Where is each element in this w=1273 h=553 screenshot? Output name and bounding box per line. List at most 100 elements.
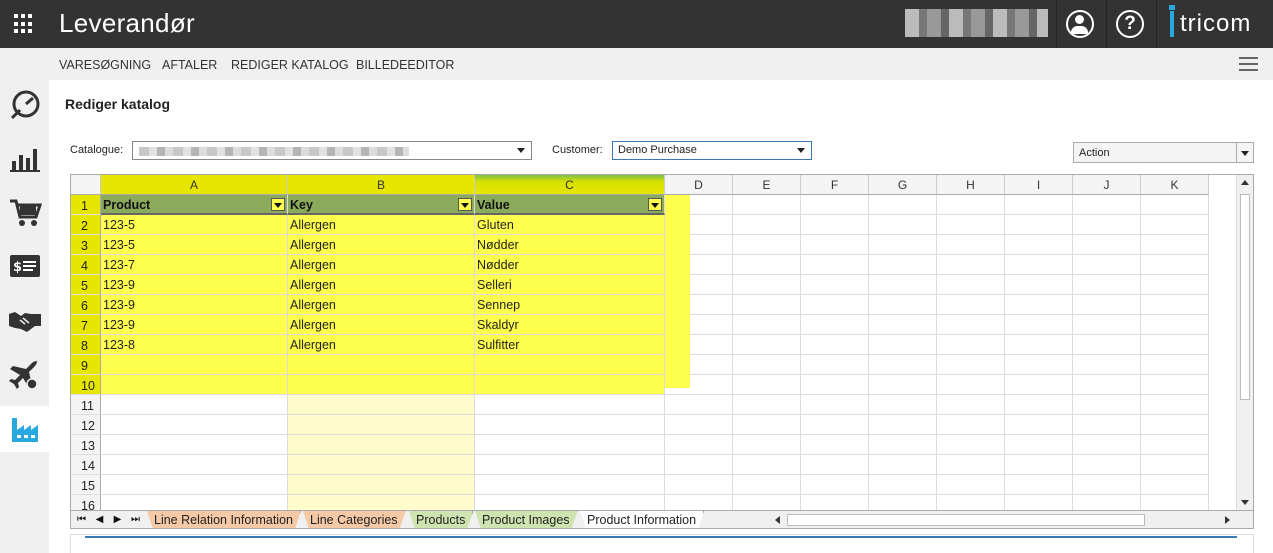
sheet-cell[interactable] [733, 455, 801, 475]
sheet-cell[interactable] [869, 195, 937, 215]
sheet-cell[interactable] [733, 275, 801, 295]
sheet-cell[interactable] [1141, 355, 1209, 375]
sheet-cell[interactable] [1141, 395, 1209, 415]
sheet-cell[interactable] [801, 315, 869, 335]
sheet-cell[interactable] [288, 475, 475, 495]
sheet-cell[interactable] [1005, 235, 1073, 255]
action-select[interactable]: Action [1073, 142, 1254, 163]
sheet-cell[interactable] [1073, 195, 1141, 215]
sheet-cell[interactable] [801, 235, 869, 255]
sheet-cell[interactable] [801, 295, 869, 315]
last-sheet-icon[interactable]: ⏭ [127, 511, 144, 528]
sheet-cell[interactable] [101, 355, 288, 375]
sheet-cell[interactable]: Selleri [475, 275, 665, 295]
sheet-cell[interactable] [937, 455, 1005, 475]
column-header[interactable]: J [1073, 175, 1141, 195]
sheet-cell[interactable] [101, 455, 288, 475]
sheet-cell[interactable] [937, 475, 1005, 495]
user-circle-icon[interactable] [1066, 10, 1094, 38]
first-sheet-icon[interactable]: ⏮ [73, 511, 90, 528]
sheet-cell[interactable] [101, 475, 288, 495]
sheet-cell[interactable] [937, 295, 1005, 315]
sidebar-item-invoices[interactable]: $ [0, 243, 49, 289]
next-sheet-icon[interactable]: ▶ [109, 511, 126, 528]
sheet-cell[interactable] [1005, 475, 1073, 495]
sheet-cell[interactable] [869, 395, 937, 415]
sheet-cell[interactable] [733, 195, 801, 215]
sheet-cell[interactable] [801, 395, 869, 415]
sheet-cell[interactable] [475, 455, 665, 475]
sheet-cell[interactable]: Allergen [288, 215, 475, 235]
sheet-cell[interactable] [937, 215, 1005, 235]
sheet-cell[interactable] [869, 255, 937, 275]
sheet-cell[interactable] [869, 415, 937, 435]
sheet-cell[interactable] [1073, 315, 1141, 335]
menu-icon[interactable] [1239, 57, 1258, 71]
sheet-cell[interactable] [937, 335, 1005, 355]
sheet-cell[interactable] [665, 455, 733, 475]
sidebar-item-dashboard[interactable] [0, 82, 49, 128]
sheet-cell[interactable] [1005, 215, 1073, 235]
row-header[interactable]: 8 [71, 335, 101, 355]
row-header[interactable]: 13 [71, 435, 101, 455]
sheet-cell[interactable] [937, 195, 1005, 215]
sheet-cell[interactable] [1073, 355, 1141, 375]
sheet-cell[interactable] [937, 315, 1005, 335]
sheet-cell[interactable]: Allergen [288, 235, 475, 255]
sheet-cell[interactable] [733, 355, 801, 375]
sheet-cell[interactable] [1141, 295, 1209, 315]
sidebar-item-shipping[interactable] [0, 352, 49, 398]
scroll-down-icon[interactable] [1241, 500, 1249, 505]
sheet-cell[interactable] [1141, 215, 1209, 235]
tab-line-relation-information[interactable]: Line Relation Information [147, 511, 301, 529]
column-header[interactable]: A [101, 175, 288, 195]
sheet-cell[interactable] [1141, 195, 1209, 215]
sheet-cell[interactable] [1005, 195, 1073, 215]
sheet-cell[interactable] [1005, 375, 1073, 395]
sheet-cell[interactable] [475, 435, 665, 455]
row-header[interactable]: 9 [71, 355, 101, 375]
row-header[interactable]: 2 [71, 215, 101, 235]
sheet-cell[interactable] [1073, 395, 1141, 415]
sheet-cell[interactable]: Gluten [475, 215, 665, 235]
sheet-cell[interactable] [869, 235, 937, 255]
sheet-cell[interactable] [101, 435, 288, 455]
sheet-cell[interactable]: 123-9 [101, 295, 288, 315]
sheet-cell[interactable] [1141, 255, 1209, 275]
row-header[interactable]: 14 [71, 455, 101, 475]
sheet-cell[interactable] [869, 475, 937, 495]
sheet-cell[interactable] [937, 395, 1005, 415]
horizontal-scrollbar[interactable] [771, 512, 1234, 528]
sheet-cell[interactable]: 123-9 [101, 315, 288, 335]
filter-header-cell[interactable]: Product [101, 195, 288, 215]
tab-line-categories[interactable]: Line Categories [303, 511, 406, 529]
sheet-cell[interactable] [733, 255, 801, 275]
sheet-cell[interactable] [733, 435, 801, 455]
sheet-cell[interactable] [869, 355, 937, 375]
sheet-cell[interactable] [665, 435, 733, 455]
row-header[interactable]: 6 [71, 295, 101, 315]
sheet-cell[interactable] [101, 375, 288, 395]
sheet-cell[interactable] [1005, 255, 1073, 275]
sheet-cell[interactable] [869, 335, 937, 355]
sheet-cell[interactable] [733, 315, 801, 335]
catalogue-select[interactable] [132, 141, 532, 160]
sheet-cell[interactable] [1073, 415, 1141, 435]
row-header[interactable]: 3 [71, 235, 101, 255]
column-header[interactable]: B [288, 175, 475, 195]
column-header[interactable]: D [665, 175, 733, 195]
sheet-cell[interactable] [937, 275, 1005, 295]
prev-sheet-icon[interactable]: ◀ [91, 511, 108, 528]
sheet-cell[interactable] [937, 435, 1005, 455]
sheet-cell[interactable] [1005, 315, 1073, 335]
vertical-scrollbar[interactable] [1236, 175, 1253, 510]
sheet-cell[interactable] [101, 395, 288, 415]
sheet-cell[interactable] [801, 475, 869, 495]
sheet-cell[interactable] [801, 415, 869, 435]
sheet-cell[interactable] [1073, 455, 1141, 475]
sidebar-item-agreements[interactable] [0, 298, 49, 344]
sheet-cell[interactable] [1073, 475, 1141, 495]
sheet-cell[interactable] [937, 255, 1005, 275]
sheet-cell[interactable] [801, 215, 869, 235]
filter-dropdown-icon[interactable] [648, 198, 662, 211]
